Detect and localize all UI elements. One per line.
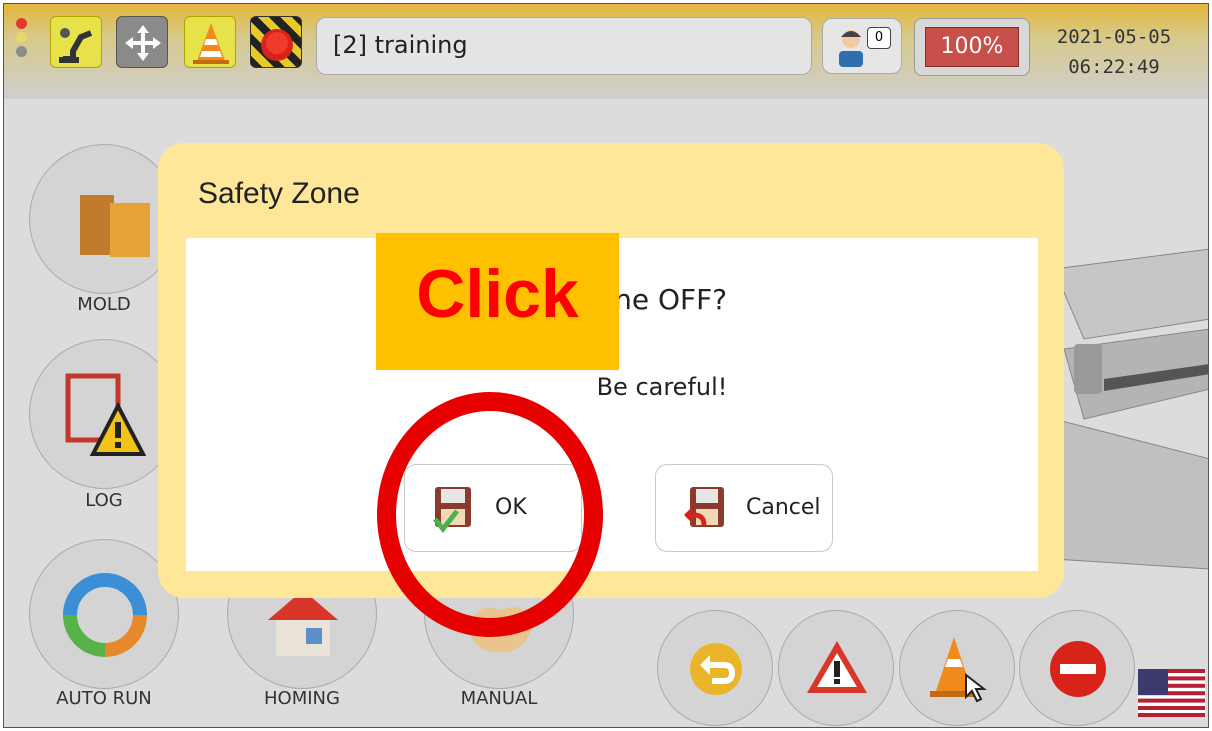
machine-illustration: [1053, 248, 1208, 570]
cancel-button[interactable]: Cancel: [655, 464, 833, 552]
operator-icon: [839, 30, 863, 67]
robot-arm-icon[interactable]: [50, 16, 102, 68]
highlight-ring: [377, 392, 603, 637]
auto-run-label: AUTO RUN: [56, 688, 152, 709]
user-button[interactable]: 0: [822, 18, 902, 74]
warning-icon: [807, 641, 867, 693]
cycle-icon: [63, 573, 147, 657]
user-count-badge: 0: [867, 27, 891, 49]
alarm-button[interactable]: [778, 610, 894, 726]
hmi-screen: [2] training 0 100% 2021-05-05 06:22:49 …: [3, 3, 1209, 728]
emergency-stop-icon[interactable]: [250, 16, 302, 68]
log-warning-icon: [65, 373, 147, 456]
mold-button[interactable]: [29, 144, 179, 294]
safety-zone-button[interactable]: [899, 610, 1015, 726]
return-icon: [690, 643, 742, 695]
red-lamp-icon: [16, 18, 27, 29]
click-annotation-text: Click: [416, 256, 579, 332]
cancel-label: Cancel: [746, 495, 821, 520]
save-undo-icon: [684, 487, 724, 527]
safety-cone-icon: [930, 637, 987, 703]
dialog-warning: Be careful!: [596, 373, 728, 401]
log-label: LOG: [85, 490, 123, 511]
datetime: 2021-05-05 06:22:49: [1054, 22, 1174, 82]
click-annotation-box: Click: [376, 233, 619, 370]
safety-zone-dialog: Safety Zone one OFF? Be careful! OK Canc…: [158, 143, 1064, 598]
yellow-lamp-icon: [16, 32, 27, 43]
move-arrows-icon[interactable]: [116, 16, 168, 68]
date-text: 2021-05-05: [1056, 26, 1172, 48]
us-flag-icon[interactable]: [1138, 669, 1205, 717]
manual-label: MANUAL: [460, 688, 538, 709]
speed-value: 100%: [925, 27, 1019, 67]
mold-label: MOLD: [77, 294, 131, 315]
stop-button[interactable]: [1019, 610, 1135, 726]
speed-override-button[interactable]: 100%: [914, 18, 1030, 76]
log-button[interactable]: [29, 339, 179, 489]
gray-lamp-icon: [16, 46, 27, 57]
safety-cone-icon[interactable]: [184, 16, 236, 68]
top-status-bar: [2] training 0 100% 2021-05-05 06:22:49: [4, 4, 1208, 99]
homing-label: HOMING: [264, 688, 340, 709]
program-title: [2] training: [333, 31, 468, 59]
dialog-title: Safety Zone: [198, 177, 360, 210]
time-text: 06:22:49: [1068, 56, 1160, 78]
auto-run-button[interactable]: [29, 539, 179, 689]
mold-icon: [80, 195, 150, 257]
program-title-box[interactable]: [2] training: [316, 17, 812, 75]
return-button[interactable]: [657, 610, 773, 726]
stop-icon: [1050, 641, 1106, 697]
